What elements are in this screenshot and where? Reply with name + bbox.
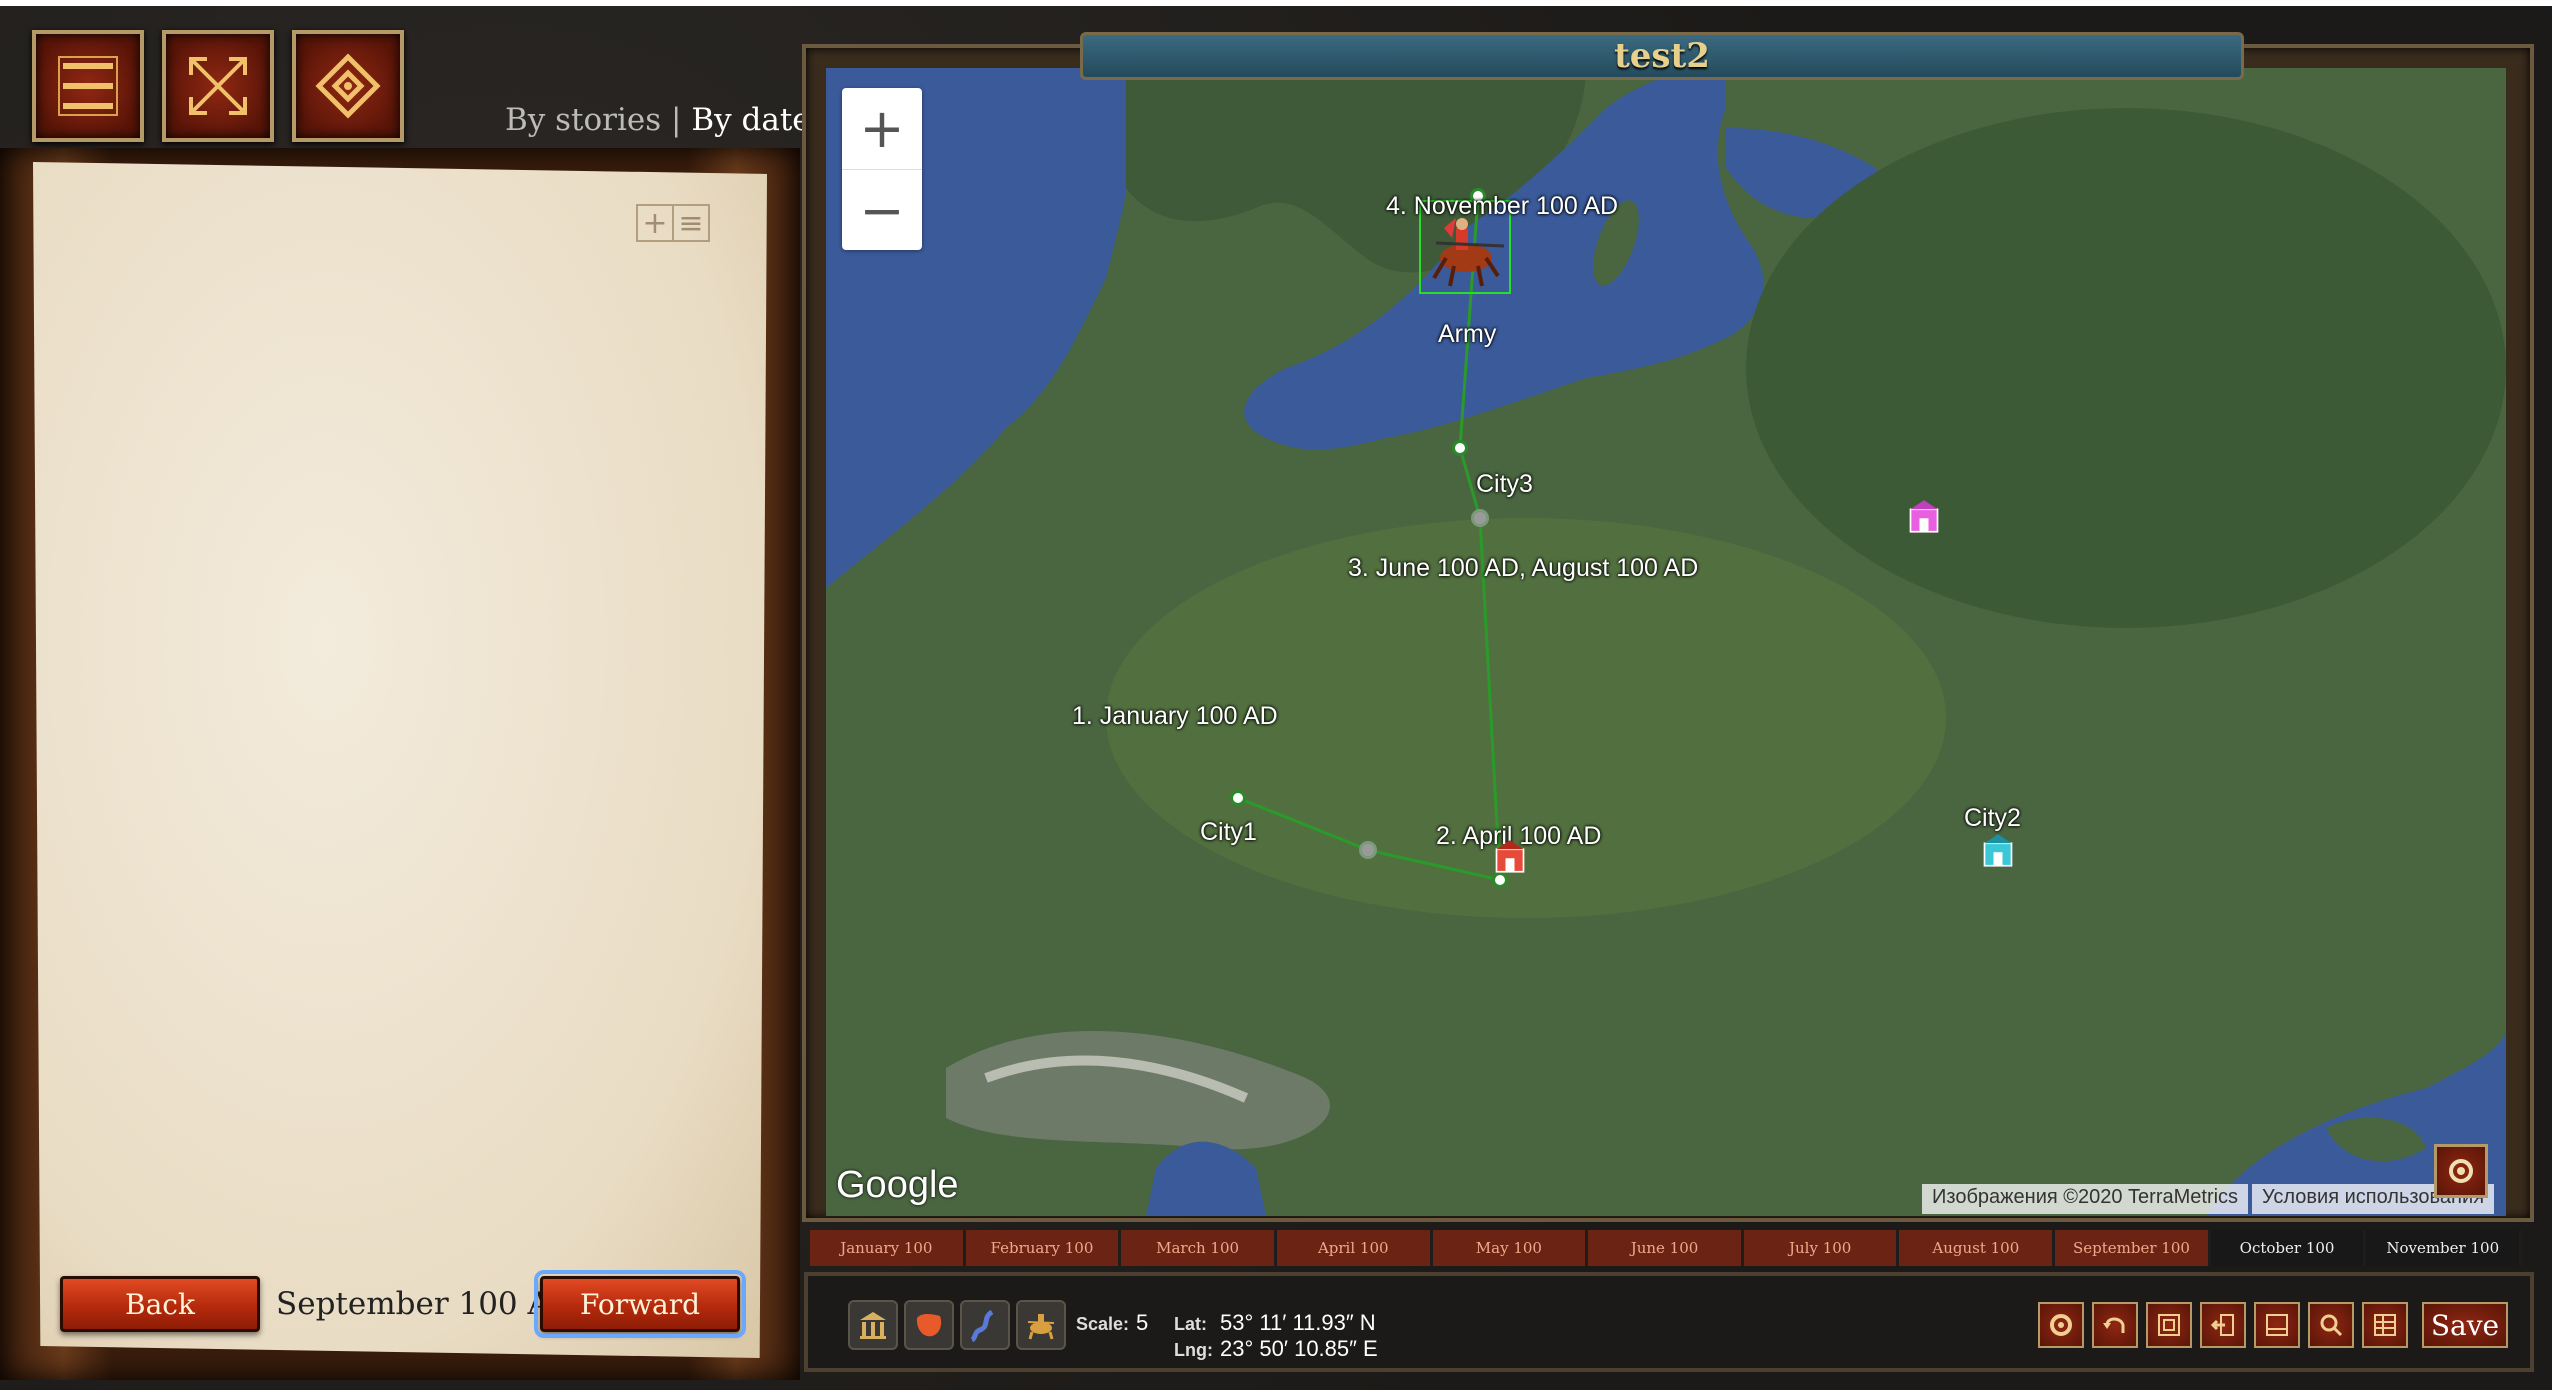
imagery-credit: Изображения ©2020 TerraMetrics <box>1922 1184 2249 1214</box>
timeline-month[interactable]: June 100 <box>1588 1230 1744 1266</box>
map-view[interactable]: + − 4. November 100 AD 3. June 100 AD, A… <box>826 68 2506 1216</box>
timeline-month[interactable]: May 100 <box>1432 1230 1589 1266</box>
zoom-out-button[interactable]: − <box>842 170 922 251</box>
bottom-toolbar: Scale: 5 Lat: 53° 11′ 11.93″ N Lng: 23° … <box>804 1272 2534 1372</box>
search-button[interactable] <box>2308 1302 2354 1348</box>
fullscreen-button[interactable] <box>162 30 274 142</box>
add-note-icon[interactable]: + <box>638 206 674 241</box>
waypoint-1[interactable] <box>1230 790 1246 806</box>
zoom-control: + − <box>842 88 922 250</box>
map-title: test2 <box>1080 32 2244 80</box>
scale-value: 5 <box>1136 1310 1149 1335</box>
undo-arrow-icon <box>2103 1317 2125 1333</box>
timeline: January 100 February 100 March 100 April 10… <box>810 1230 2523 1266</box>
city-layer-button[interactable] <box>848 1300 898 1350</box>
gear-icon <box>2050 1314 2072 1336</box>
map-attribution: Изображения ©2020 TerraMetrics Условия и… <box>1918 1184 2495 1214</box>
latitude-value: 53° 11′ 11.93″ N <box>1220 1310 1376 1335</box>
horseman-icon <box>1027 1314 1055 1340</box>
army-layer-button[interactable] <box>1016 1300 1066 1350</box>
longitude-label: Lng: <box>1174 1340 1213 1360</box>
forward-button[interactable]: Forward <box>534 1270 746 1338</box>
longitude-value: 23° 50′ 10.85″ E <box>1220 1336 1378 1361</box>
back-button[interactable]: Back <box>60 1276 260 1332</box>
undo-button[interactable] <box>2092 1302 2138 1348</box>
city1-castle-icon[interactable] <box>1492 838 1528 874</box>
grid-button[interactable] <box>2362 1302 2408 1348</box>
by-stories-link[interactable]: By stories <box>505 102 661 138</box>
view-toggle: By stories | By dates <box>505 102 827 138</box>
view-mode-button[interactable] <box>292 30 404 142</box>
gear-icon <box>2449 1159 2473 1183</box>
google-logo: Google <box>836 1164 959 1206</box>
waypoint-1-label: 1. January 100 AD <box>1072 702 1278 730</box>
army-label: Army <box>1438 320 1497 348</box>
timeline-month[interactable]: August 100 <box>1899 1230 2056 1266</box>
diamond-eye-icon <box>315 53 381 119</box>
waypoint-4-label: 4. November 100 AD <box>1386 192 1619 220</box>
waypoint-midpoint[interactable] <box>1359 841 1377 859</box>
timeline-month[interactable]: July 100 <box>1743 1230 1900 1266</box>
layout-button[interactable] <box>2146 1302 2192 1348</box>
zoom-in-button[interactable]: + <box>842 88 922 170</box>
city1-label: City1 <box>1200 818 1257 846</box>
app-window: By stories | By dates + ≡ Back September… <box>0 6 2552 1390</box>
timeline-month[interactable]: March 100 <box>1121 1230 1277 1266</box>
panel-icon <box>2266 1314 2288 1336</box>
waypoint-2[interactable] <box>1492 872 1508 888</box>
export-button[interactable] <box>2200 1302 2246 1348</box>
river-route-icon <box>970 1309 994 1342</box>
timeline-month[interactable]: April 100 <box>1276 1230 1433 1266</box>
list-notes-icon[interactable]: ≡ <box>674 206 708 241</box>
toggle-separator: | <box>671 102 682 138</box>
expand-arrows-icon <box>189 57 247 115</box>
note-controls: + ≡ <box>636 204 710 242</box>
exit-arrow-icon <box>2210 1314 2234 1336</box>
timeline-month[interactable]: October 100 <box>2210 1230 2367 1266</box>
hamburger-icon <box>58 56 118 116</box>
map-settings-button[interactable] <box>2434 1144 2488 1198</box>
save-button[interactable]: Save <box>2422 1302 2508 1348</box>
territory-icon <box>916 1314 942 1337</box>
timeline-month[interactable]: September 100 <box>2055 1230 2211 1266</box>
search-icon <box>2320 1314 2343 1337</box>
scale-label: Scale: <box>1076 1314 1130 1334</box>
timeline-month[interactable]: November 100 <box>2366 1230 2523 1266</box>
window-icon <box>2158 1314 2180 1336</box>
current-date: September 100 AD <box>276 1286 575 1322</box>
menu-button[interactable] <box>32 30 144 142</box>
timeline-month[interactable]: February 100 <box>965 1230 1122 1266</box>
city3-label: City3 <box>1476 470 1533 498</box>
latitude-label: Lat: <box>1174 1314 1207 1334</box>
story-parchment[interactable] <box>33 162 767 1358</box>
waypoint-3[interactable] <box>1452 440 1468 456</box>
territory-layer-button[interactable] <box>904 1300 954 1350</box>
panel-button[interactable] <box>2254 1302 2300 1348</box>
city2-label: City2 <box>1964 804 2021 832</box>
city2-castle-icon[interactable] <box>1980 832 2016 868</box>
route-layer-button[interactable] <box>960 1300 1010 1350</box>
satellite-imagery <box>826 68 2506 1216</box>
timeline-month[interactable]: January 100 <box>810 1230 966 1266</box>
waypoint-3-label: 3. June 100 AD, August 100 AD <box>1348 554 1699 582</box>
grid-icon <box>2374 1314 2396 1336</box>
settings-button[interactable] <box>2038 1302 2084 1348</box>
city3-castle-icon[interactable] <box>1906 498 1942 534</box>
waypoint-midpoint[interactable] <box>1471 509 1489 527</box>
temple-icon <box>860 1312 886 1339</box>
